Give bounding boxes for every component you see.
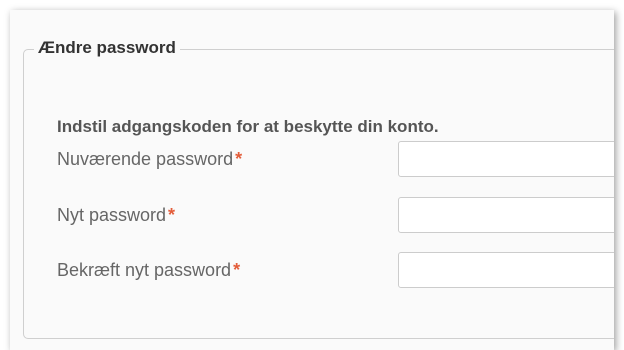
confirm-password-label-text: Bekræft nyt password bbox=[57, 260, 232, 280]
new-password-input[interactable] bbox=[398, 197, 614, 233]
new-password-label-text: Nyt password bbox=[57, 205, 167, 225]
confirm-password-row: Bekræft nyt password * bbox=[10, 252, 614, 290]
current-password-row: Nuværende password * bbox=[10, 141, 614, 179]
new-password-row: Nyt password * bbox=[10, 197, 614, 235]
change-password-fieldset bbox=[23, 49, 614, 339]
change-password-panel: Ændre password Indstil adgangskoden for … bbox=[10, 10, 614, 350]
current-password-label: Nuværende password * bbox=[57, 147, 242, 171]
required-marker: * bbox=[235, 149, 243, 169]
fieldset-legend: Ændre password bbox=[34, 36, 180, 60]
required-marker: * bbox=[233, 260, 241, 280]
required-marker: * bbox=[168, 205, 176, 225]
confirm-password-label: Bekræft nyt password * bbox=[57, 258, 240, 282]
confirm-password-input[interactable] bbox=[398, 252, 614, 288]
current-password-label-text: Nuværende password bbox=[57, 149, 234, 169]
new-password-label: Nyt password * bbox=[57, 203, 175, 227]
form-description: Indstil adgangskoden for at beskytte din… bbox=[57, 117, 439, 136]
current-password-input[interactable] bbox=[398, 141, 614, 177]
